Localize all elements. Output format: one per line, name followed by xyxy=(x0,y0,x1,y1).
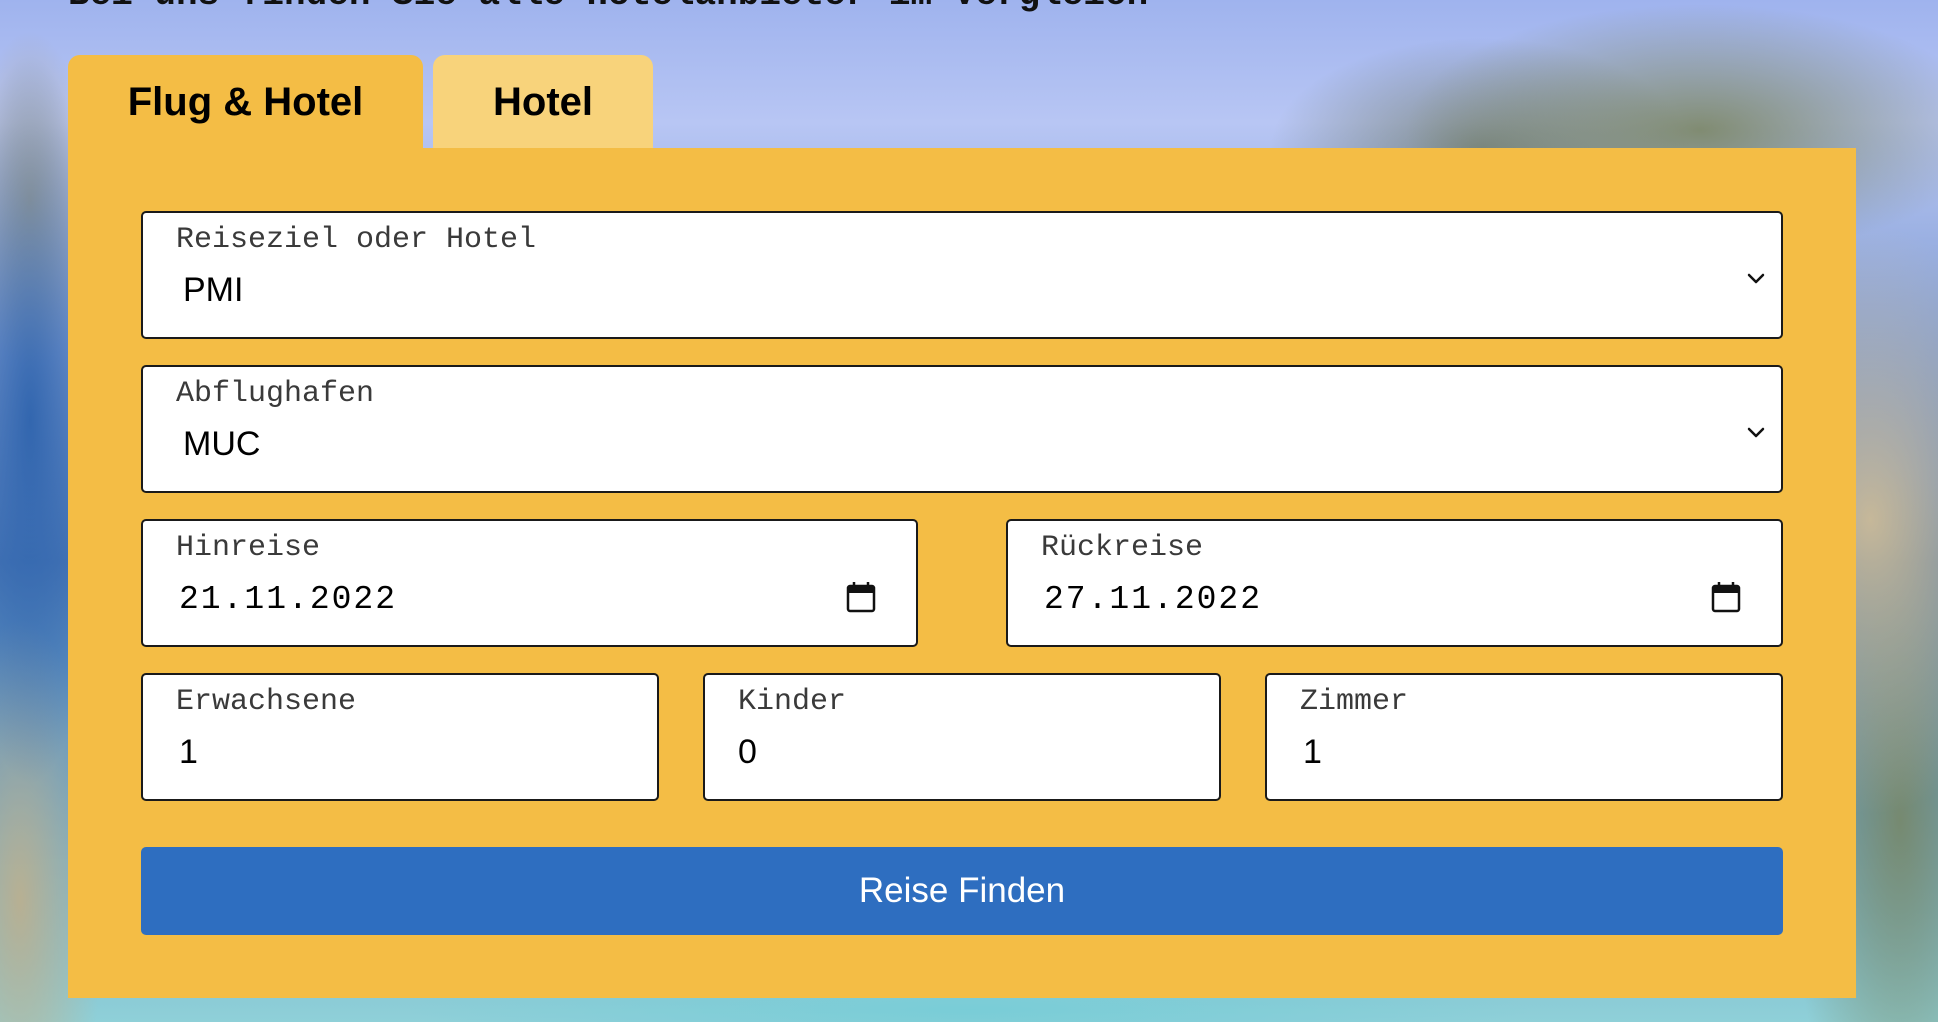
outbound-date-value: 21.11.2022 xyxy=(179,581,398,618)
page-headline: Bei uns finden Sie alle Hotelanbieter im… xyxy=(68,0,1148,15)
chevron-down-icon[interactable] xyxy=(1745,271,1767,285)
chevron-down-icon[interactable] xyxy=(1745,425,1767,439)
tab-hotel[interactable]: Hotel xyxy=(433,55,653,149)
children-value: 0 xyxy=(738,733,757,771)
departure-airport-value: MUC xyxy=(183,425,261,463)
rooms-input[interactable]: Zimmer 1 xyxy=(1265,673,1783,801)
rooms-label: Zimmer xyxy=(1300,685,1409,719)
children-input[interactable]: Kinder 0 xyxy=(703,673,1221,801)
return-date-label: Rückreise xyxy=(1041,531,1204,565)
search-trip-button[interactable]: Reise Finden xyxy=(141,847,1783,935)
outbound-date-label: Hinreise xyxy=(176,531,321,565)
search-tabs: Flug & Hotel Hotel xyxy=(68,55,653,149)
departure-airport-label: Abflughafen xyxy=(176,377,375,411)
departure-airport-select[interactable]: Abflughafen MUC xyxy=(141,365,1783,493)
destination-label: Reiseziel oder Hotel xyxy=(176,223,537,257)
adults-value: 1 xyxy=(179,733,198,771)
children-label: Kinder xyxy=(738,685,847,719)
rooms-value: 1 xyxy=(1303,733,1322,771)
tab-flug-hotel[interactable]: Flug & Hotel xyxy=(68,55,423,149)
outbound-date-input[interactable]: Hinreise 21.11.2022 xyxy=(141,519,918,647)
adults-input[interactable]: Erwachsene 1 xyxy=(141,673,659,801)
return-date-value: 27.11.2022 xyxy=(1044,581,1263,618)
calendar-icon[interactable] xyxy=(1711,581,1741,613)
search-form-panel: Reiseziel oder Hotel PMI Abflughafen MUC… xyxy=(68,148,1856,998)
destination-value: PMI xyxy=(183,271,244,309)
return-date-input[interactable]: Rückreise 27.11.2022 xyxy=(1006,519,1783,647)
destination-select[interactable]: Reiseziel oder Hotel PMI xyxy=(141,211,1783,339)
adults-label: Erwachsene xyxy=(176,685,357,719)
calendar-icon[interactable] xyxy=(846,581,876,613)
